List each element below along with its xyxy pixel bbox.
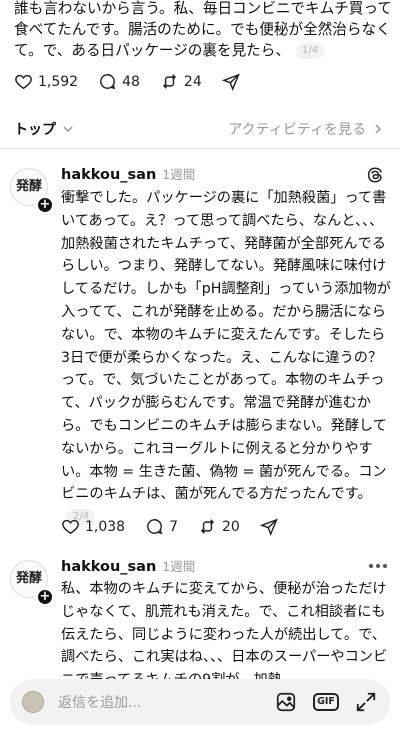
repost-icon [162,74,176,89]
comment-count: 7 [169,518,179,535]
repost-button[interactable]: 20 [198,517,240,536]
reply-actions: 1,038 7 20 [61,517,299,536]
sort-dropdown[interactable]: トップ [14,119,74,139]
username-row: hakkou_san 1週間 [61,556,195,575]
expand-button[interactable] [354,690,378,714]
reply-body: 私、本物のキムチに変えてから、便秘が治っただけじゃなくて、肌荒れも消えた。で、こ… [61,581,388,688]
repost-count: 20 [222,518,240,535]
repost-button[interactable]: 24 [160,72,202,91]
view-activity-label: アクティビティを見る [228,122,366,138]
follow-plus-icon[interactable]: + [36,196,54,214]
comment-count: 48 [122,73,140,90]
more-options-icon[interactable] [368,563,388,569]
follow-plus-icon[interactable]: + [36,588,54,606]
expand-icon [356,692,376,712]
reply-input[interactable]: 返信を追加... [58,692,258,712]
username[interactable]: hakkou_san [61,559,156,575]
like-count: 1,592 [38,73,79,90]
comment-icon [147,519,163,535]
share-icon [259,518,278,536]
repost-icon [200,519,215,534]
share-button[interactable] [221,72,241,91]
comment-button[interactable]: 7 [145,517,178,536]
share-icon [221,73,240,91]
like-button[interactable]: 1,592 [14,72,78,91]
share-button[interactable] [259,517,279,536]
sort-label: トップ [14,122,56,138]
top-post-actions: 1,592 48 24 [14,72,261,91]
image-button[interactable] [274,690,298,714]
image-icon [276,692,296,712]
divider [0,148,400,149]
reply-text: 衝撃でした。パッケージの裏に「加熱殺菌」って書いてあって。え？って思って調べたら… [61,187,391,529]
avatar-label: 発酵 [16,571,43,586]
repost-count: 24 [183,73,202,90]
top-post-text: 誰も言わないから言う。私、毎日コンビニでキムチ買って食べてたんです。腸活のために… [14,0,394,61]
heart-icon [62,519,79,535]
username-row: hakkou_san 1週間 [61,164,195,183]
gif-button[interactable]: GIF [313,690,339,714]
avatar-label: 発酵 [16,179,43,194]
my-avatar [22,691,44,713]
reply-composer: 返信を追加... GIF [10,679,390,725]
reply-body: 衝撃でした。パッケージの裏に「加熱殺菌」って書いてあって。え？って思って調べたら… [61,190,391,503]
chevron-down-icon [63,126,73,133]
comment-icon [100,74,116,90]
like-count: 1,038 [85,518,126,535]
comment-button[interactable]: 48 [98,72,140,91]
thread-counter: 1/4 [295,43,325,59]
gif-icon: GIF [313,693,339,711]
timestamp: 1週間 [162,559,196,574]
threads-logo-icon[interactable] [366,166,384,184]
heart-icon [15,74,32,90]
chevron-right-icon [375,124,382,134]
view-activity-link[interactable]: アクティビティを見る [228,119,384,139]
like-button[interactable]: 1,038 [61,517,125,536]
timestamp: 1週間 [162,167,196,182]
username[interactable]: hakkou_san [61,167,156,183]
sort-bar: トップ アクティビティを見る [0,112,400,146]
post-body: 誰も言わないから言う。私、毎日コンビニでキムチ買って食べてたんです。腸活のために… [14,0,392,59]
